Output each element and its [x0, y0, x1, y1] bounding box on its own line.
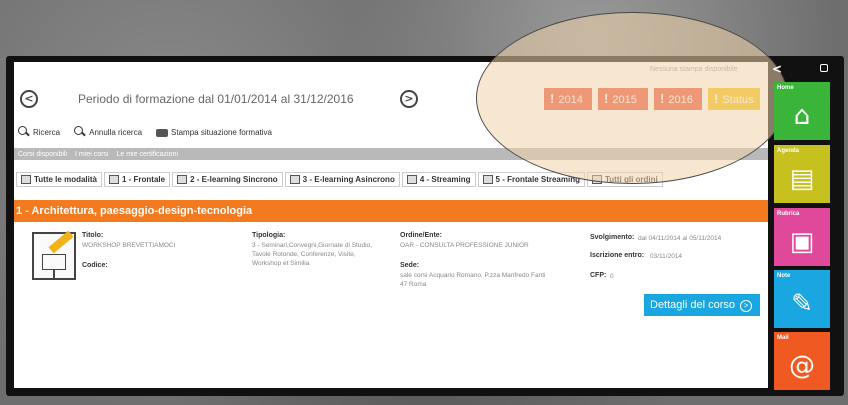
main-panel: < Periodo di formazione dal 01/01/2014 a… — [14, 62, 768, 388]
tipologia-value: Tavole Rotonde, Conferenze, Visite, — [252, 251, 356, 258]
sede-value: 47 Roma — [400, 281, 427, 288]
period-title: Periodo di formazione dal 01/01/2014 al … — [78, 92, 354, 106]
tipologia-value: 3 - Seminari,Convegni,Giornate di Studio… — [252, 242, 372, 249]
mode-label: 3 - E-learning Asincrono — [302, 174, 395, 184]
lock-icon[interactable] — [820, 64, 828, 72]
sidebar-tile-agenda[interactable]: Agenda ▤ — [774, 145, 830, 203]
category-header: 1 - Architettura, paesaggio-design-tecno… — [14, 200, 768, 222]
tabs-strip: Corsi disponibili I miei corsi Le mie ce… — [14, 148, 768, 160]
toolbar: Ricerca Annulla ricerca Stampa situazion… — [18, 124, 272, 140]
tile-label: Agenda — [777, 148, 800, 154]
sidebar-tile-home[interactable]: Home ⌂ — [774, 82, 830, 140]
tipologia-label: Tipologia: — [252, 232, 286, 239]
sidebar-tile-mail[interactable]: Mail @ — [774, 332, 830, 390]
mode-streaming[interactable]: 4 - Streaming — [401, 171, 476, 187]
tile-label: Note — [777, 273, 791, 279]
sidebar-tile-note[interactable]: Note ✎ — [774, 270, 830, 328]
tile-label: Mail — [777, 335, 789, 341]
workshop-easel-icon — [32, 230, 76, 280]
tab-miei-corsi[interactable]: I miei corsi — [75, 151, 108, 158]
mode-label: 2 - E-learning Sincrono — [190, 174, 278, 184]
arrow-left-circle-icon[interactable]: < — [20, 90, 38, 108]
mode-label: 1 - Frontale — [121, 174, 166, 184]
svolgimento-label: Svolgimento: — [590, 234, 635, 241]
ordine-label: Ordine/Ente: — [400, 232, 443, 239]
at-sign-icon: @ — [789, 351, 815, 381]
sede-label: Sede: — [400, 262, 420, 269]
search-button[interactable]: Ricerca — [18, 124, 60, 140]
classroom-icon — [108, 174, 119, 184]
user-search-icon — [74, 126, 86, 138]
warning-icon: ! — [550, 91, 555, 106]
ordine-value: OAR - CONSULTA PROFESSIONE JUNIOR — [400, 242, 529, 249]
sidebar: < Home ⌂ Agenda ▤ Rubrica ▣ Note ✎ Mail … — [770, 62, 834, 390]
warning-icon: ! — [604, 91, 609, 106]
year-label: 2016 — [668, 94, 693, 106]
mode-frontale[interactable]: 1 - Frontale — [103, 171, 171, 187]
warning-icon: ! — [660, 91, 665, 106]
mode-elearning-sincrono[interactable]: 2 - E-learning Sincrono — [172, 171, 283, 187]
tab-corsi-disponibili[interactable]: Corsi disponibili — [18, 151, 67, 158]
tab-certificazioni[interactable]: Le mie certificazioni — [116, 151, 177, 158]
print-button[interactable]: Stampa situazione formativa — [156, 124, 272, 140]
cancel-search-label: Annulla ricerca — [89, 127, 143, 137]
tipologia-value: Workshop et Similia — [252, 260, 310, 267]
status-button[interactable]: ! Status — [708, 88, 760, 110]
svolgimento-value: dal 04/11/2014 al 05/11/2014 — [638, 235, 722, 242]
cfp-value: 0 — [610, 273, 614, 280]
home-icon: ⌂ — [793, 101, 811, 131]
contact-card-icon: ▣ — [789, 227, 815, 257]
monitor-icon — [177, 174, 188, 184]
mode-label: 4 - Streaming — [419, 174, 471, 184]
year-label: 2014 — [558, 94, 583, 106]
iscrizione-value: 03/11/2014 — [650, 253, 683, 260]
status-label: Status — [722, 94, 754, 106]
mode-filter-row: Tutte le modalità 1 - Frontale 2 - E-lea… — [14, 170, 768, 188]
details-label: Dettagli del corso — [650, 299, 735, 311]
mode-label: Tutte le modalità — [34, 174, 97, 184]
year-button-2016[interactable]: ! 2016 — [654, 88, 702, 110]
stream-icon — [482, 174, 493, 184]
cancel-search-button[interactable]: Annulla ricerca — [74, 124, 142, 140]
list-icon — [21, 174, 31, 184]
sidebar-tile-rubrica[interactable]: Rubrica ▣ — [774, 208, 830, 266]
mode-label: Tutti gli ordini — [605, 174, 658, 184]
mode-elearning-asincrono[interactable]: 3 - E-learning Asincrono — [284, 171, 400, 187]
arrow-right-circle-icon[interactable]: > — [400, 90, 418, 108]
mode-tutte[interactable]: Tutte le modalità — [16, 171, 102, 187]
iscrizione-label: Iscrizione entro: — [590, 252, 645, 259]
arrow-right-circle-icon: > — [740, 300, 753, 312]
year-button-2014[interactable]: ! 2014 — [544, 88, 592, 110]
note-pen-icon: ✎ — [791, 289, 813, 319]
course-details-button[interactable]: Dettagli del corso > — [644, 294, 760, 316]
search-icon — [18, 126, 30, 138]
tile-label: Rubrica — [777, 211, 800, 217]
tile-label: Home — [777, 85, 794, 91]
codice-label: Codice: — [82, 262, 108, 269]
printer-icon — [156, 129, 169, 137]
no-print-notice: Nessuna stampa disponibile — [650, 66, 738, 73]
mode-label: 5 - Frontale Streaming — [495, 174, 580, 184]
sede-value: sale corsi Acquario Romano, P.zza Manfre… — [400, 272, 546, 279]
monitor-icon — [289, 174, 300, 184]
titolo-label: Titolo: — [82, 232, 104, 239]
notebook-icon: ▤ — [789, 164, 815, 194]
print-label: Stampa situazione formativa — [171, 127, 272, 137]
mode-frontale-streaming[interactable]: 5 - Frontale Streaming — [477, 171, 585, 187]
search-label: Ricerca — [33, 127, 61, 137]
stream-icon — [406, 174, 417, 184]
titolo-value: WORKSHOP BREVETTIAMOCI — [82, 242, 176, 249]
mode-tutti-ordini[interactable]: Tutti gli ordini — [587, 171, 663, 187]
sidebar-top: < — [770, 62, 834, 78]
year-button-2015[interactable]: ! 2015 — [598, 88, 648, 110]
warning-icon: ! — [714, 91, 719, 106]
cfp-label: CFP: — [590, 272, 607, 279]
document-icon — [592, 174, 602, 184]
year-label: 2015 — [612, 94, 637, 106]
chevron-left-icon[interactable]: < — [772, 62, 782, 76]
